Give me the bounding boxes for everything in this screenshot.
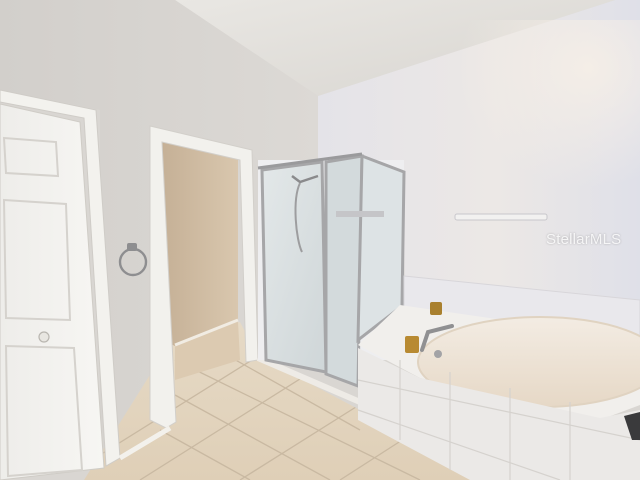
towel-bar-icon xyxy=(454,213,548,221)
tub-drain-knob xyxy=(434,350,442,358)
bathroom-photo: StellarMLS xyxy=(0,0,640,480)
bathroom-scene xyxy=(0,0,640,480)
door-knob xyxy=(38,331,50,343)
shower-glass-side xyxy=(324,154,364,389)
shower-bar xyxy=(336,211,384,217)
closet-interior xyxy=(162,142,238,346)
candle-jar-right xyxy=(430,302,442,315)
candle-jar-left xyxy=(405,336,419,353)
shower-glass-door xyxy=(260,160,328,374)
towel-ring-mount xyxy=(127,243,137,251)
wall-light-glow xyxy=(380,20,640,260)
